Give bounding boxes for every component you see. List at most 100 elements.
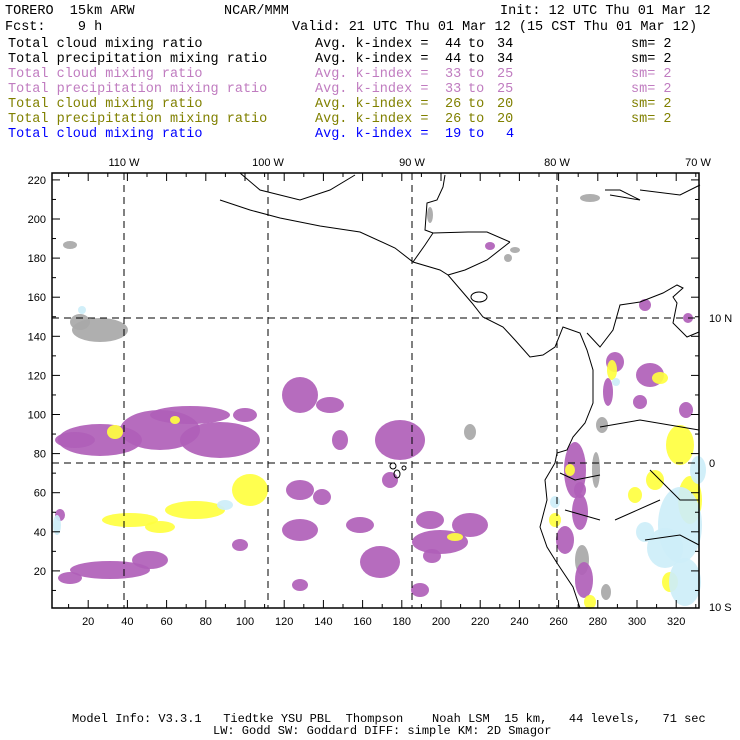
longitude-label: 110 W — [109, 157, 141, 169]
coastline — [447, 241, 511, 276]
purple-cloud-region — [572, 494, 588, 530]
purple-cloud-region — [416, 511, 444, 529]
x-tick-label: 240 — [510, 616, 528, 628]
gray-cloud-region — [464, 424, 476, 440]
x-tick-label: 40 — [121, 616, 133, 628]
purple-cloud-region — [575, 562, 593, 598]
yellow-cloud-region — [666, 425, 694, 465]
purple-cloud-region — [180, 422, 260, 458]
y-tick-label: 220 — [28, 175, 46, 187]
lightblue-cloud-region — [550, 496, 560, 508]
lightblue-cloud-region — [217, 500, 233, 510]
lightblue-cloud-region — [669, 558, 701, 606]
lightblue-cloud-region — [612, 378, 620, 386]
coastline — [639, 184, 701, 196]
plot-frame — [51, 172, 700, 609]
y-tick-label: 40 — [34, 527, 46, 539]
y-tick-label: 20 — [34, 566, 46, 578]
coastline — [412, 232, 434, 263]
yellow-cloud-region — [165, 501, 225, 519]
gray-cloud-region — [601, 584, 611, 600]
x-tick-label: 100 — [236, 616, 254, 628]
yellow-cloud-region — [584, 595, 596, 609]
y-tick-label: 180 — [28, 253, 46, 265]
purple-cloud-region — [574, 482, 586, 498]
x-tick-label: 320 — [667, 616, 685, 628]
yellow-cloud-region — [107, 425, 123, 439]
gray-cloud-region — [510, 247, 520, 253]
longitude-label: 80 W — [544, 157, 570, 169]
coastline — [239, 172, 356, 201]
yellow-cloud-region — [549, 513, 561, 527]
yellow-cloud-region — [646, 470, 664, 490]
footer-physics: LW: Godd SW: Goddard DIFF: simple KM: 2D… — [213, 724, 552, 738]
x-tick-label: 300 — [628, 616, 646, 628]
purple-cloud-region — [232, 539, 248, 551]
y-tick-label: 160 — [28, 292, 46, 304]
purple-cloud-region — [382, 472, 398, 488]
gray-cloud-region — [596, 417, 608, 433]
y-tick-label: 100 — [28, 410, 46, 422]
purple-cloud-region — [556, 526, 574, 554]
lake-nicaragua — [470, 291, 488, 303]
galapagos-island — [389, 462, 397, 470]
purple-cloud-region — [485, 242, 495, 250]
y-tick-label: 200 — [28, 214, 46, 226]
yellow-cloud-region — [652, 372, 668, 384]
coastline — [424, 174, 511, 243]
yellow-cloud-region — [170, 416, 180, 424]
purple-cloud-region — [58, 572, 82, 584]
purple-cloud-region — [150, 406, 230, 424]
gray-cloud-region — [580, 194, 600, 202]
yellow-cloud-region — [232, 474, 268, 506]
x-tick-label: 160 — [353, 616, 371, 628]
lightblue-cloud-region — [78, 306, 86, 314]
purple-cloud-region — [286, 480, 314, 500]
yellow-cloud-region — [628, 487, 642, 503]
galapagos-island — [401, 465, 407, 471]
x-tick-label: 280 — [589, 616, 607, 628]
x-tick-label: 180 — [393, 616, 411, 628]
yellow-cloud-region — [607, 360, 617, 380]
coastline — [605, 189, 641, 201]
purple-cloud-region — [233, 408, 257, 422]
purple-cloud-region — [282, 519, 318, 541]
longitude-label: 100 W — [252, 157, 284, 169]
cloud-fields — [53, 194, 706, 609]
x-tick-label: 20 — [82, 616, 94, 628]
coastline — [586, 284, 700, 348]
x-tick-label: 120 — [275, 616, 293, 628]
purple-cloud-region — [679, 402, 693, 418]
purple-cloud-region — [423, 549, 441, 563]
gray-cloud-region — [63, 241, 77, 249]
y-tick-label: 80 — [34, 449, 46, 461]
x-tick-label: 60 — [160, 616, 172, 628]
purple-cloud-region — [55, 432, 95, 448]
gray-cloud-region — [504, 254, 512, 262]
purple-cloud-region — [633, 395, 647, 409]
yellow-cloud-region — [145, 521, 175, 533]
x-tick-label: 220 — [471, 616, 489, 628]
purple-cloud-region — [639, 299, 651, 311]
lightblue-cloud-region — [690, 456, 706, 484]
purple-cloud-region — [360, 546, 400, 578]
coastline — [219, 199, 594, 609]
x-tick-label: 140 — [314, 616, 332, 628]
purple-cloud-region — [603, 378, 613, 406]
purple-cloud-region — [282, 377, 318, 413]
y-tick-label: 140 — [28, 331, 46, 343]
purple-cloud-region — [313, 489, 331, 505]
purple-cloud-region — [375, 420, 425, 460]
coastline — [614, 499, 661, 521]
purple-cloud-region — [292, 579, 308, 591]
gray-cloud-region — [427, 207, 433, 223]
purple-cloud-region — [346, 517, 374, 533]
x-tick-label: 200 — [432, 616, 450, 628]
latitude-label: 10 S — [709, 602, 732, 614]
x-tick-label: 260 — [549, 616, 567, 628]
latitude-label: 10 N — [709, 313, 732, 325]
purple-cloud-region — [332, 430, 348, 450]
x-tick-label: 80 — [200, 616, 212, 628]
y-tick-label: 120 — [28, 370, 46, 382]
longitude-label: 90 W — [399, 157, 425, 169]
